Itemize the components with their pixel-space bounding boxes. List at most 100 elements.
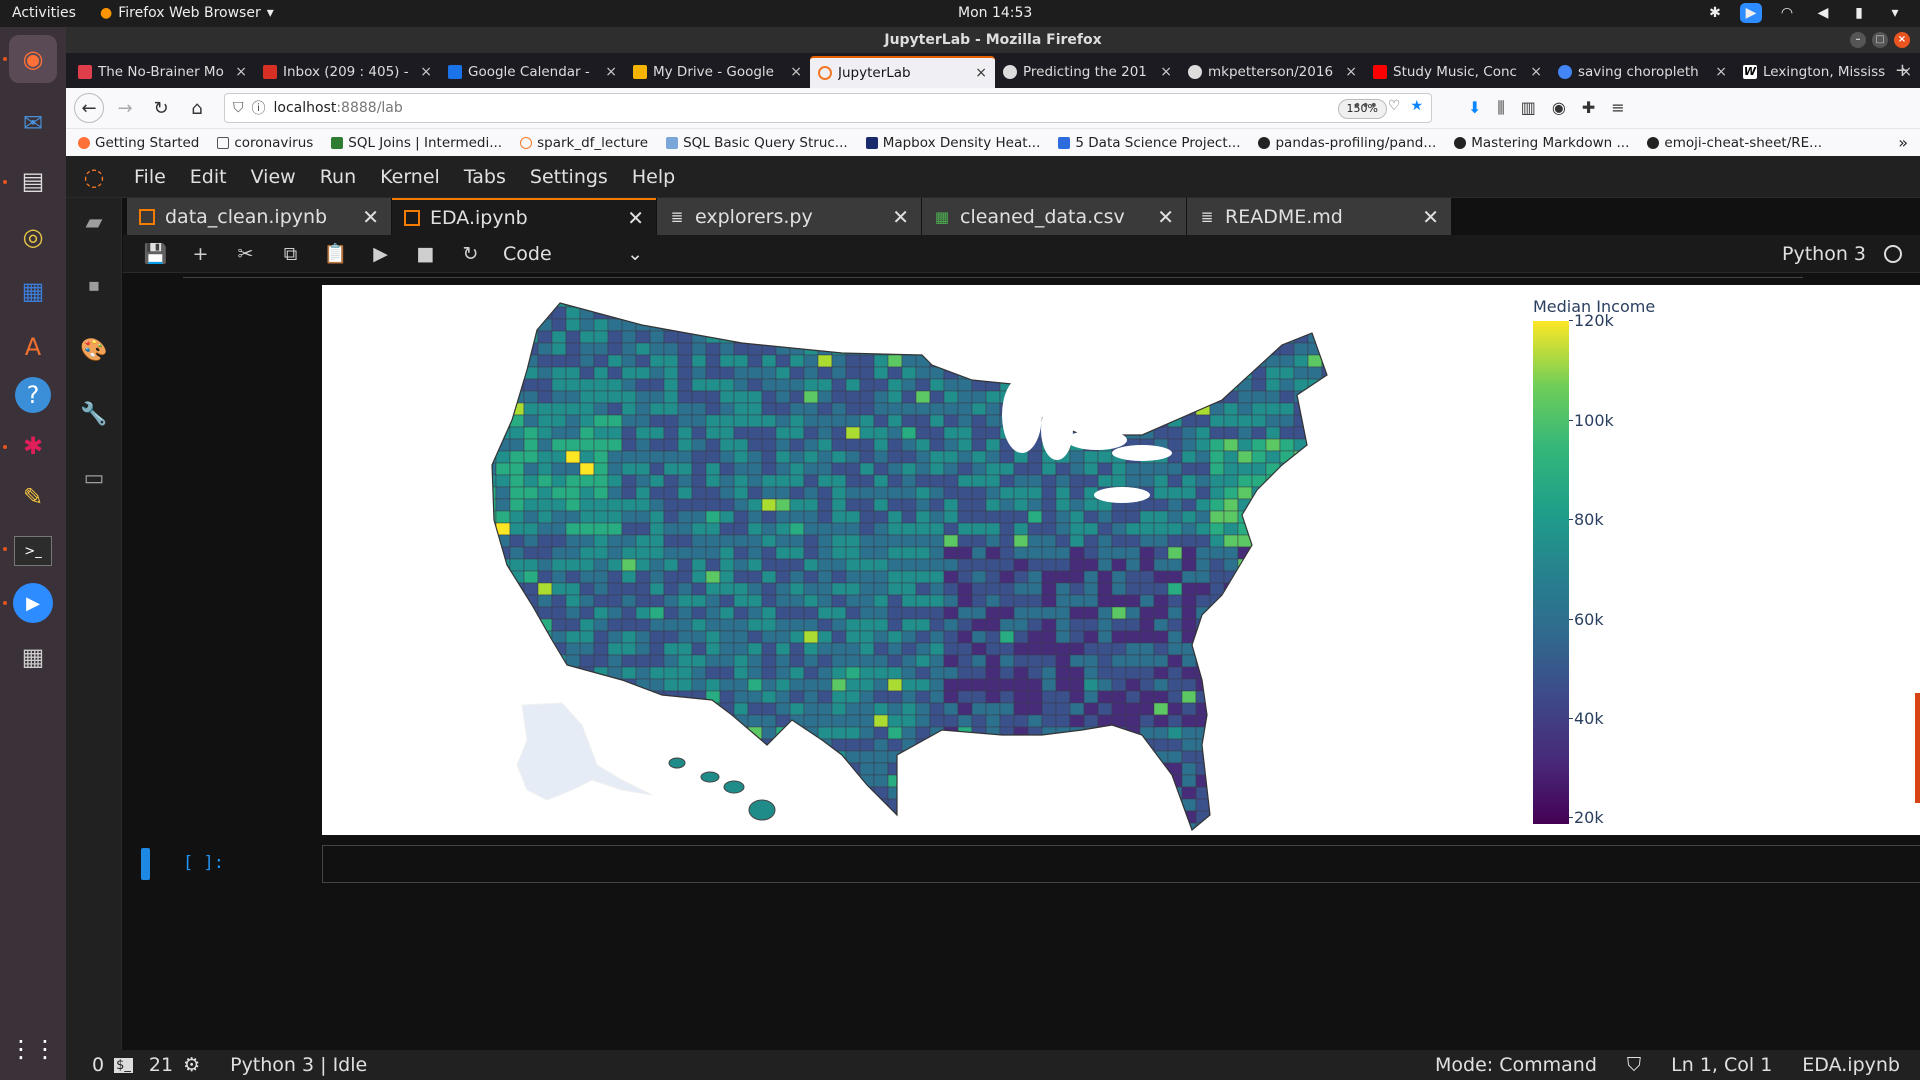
info-icon[interactable]: ⓘ: [252, 98, 266, 118]
browser-tab[interactable]: Inbox (209 : 405) - ×: [255, 56, 440, 88]
browser-tab[interactable]: mkpetterson/2016 ×: [1180, 56, 1365, 88]
menu-run[interactable]: Run: [308, 166, 368, 188]
app-menu[interactable]: ● Firefox Web Browser ▾: [100, 5, 274, 21]
url-bar[interactable]: ⛉ ⓘ localhost:8888/lab 150% ••• ♡ ★: [224, 93, 1432, 123]
zoom-dock-icon[interactable]: ▶: [9, 579, 57, 627]
bookmark-item[interactable]: SQL Basic Query Struc...: [666, 135, 848, 151]
bookmark-item[interactable]: SQL Joins | Intermedi...: [331, 135, 502, 151]
browser-tab[interactable]: Predicting the 201 ×: [995, 56, 1180, 88]
menu-file[interactable]: File: [122, 166, 178, 188]
slack-tray-icon[interactable]: ✱: [1704, 3, 1726, 23]
show-apps-icon[interactable]: ⋮⋮: [9, 1025, 57, 1073]
stop-icon[interactable]: ■: [403, 243, 448, 265]
terminals-count[interactable]: 0 $_: [92, 1054, 133, 1076]
tab-eda[interactable]: EDA.ipynb ✕: [392, 198, 656, 235]
paste-icon[interactable]: 📋: [313, 242, 358, 265]
close-window-icon[interactable]: ×: [1894, 32, 1910, 48]
calculator-dock-icon[interactable]: ▦: [9, 633, 57, 681]
palette-icon[interactable]: 🎨: [78, 334, 110, 366]
power-menu-icon[interactable]: ▾: [1884, 3, 1906, 23]
cell-type-select[interactable]: Code ⌄: [503, 243, 643, 265]
bookmark-folder[interactable]: coronavirus: [217, 135, 313, 151]
browser-tab[interactable]: Study Music, Conc ×: [1365, 56, 1550, 88]
insert-cell-icon[interactable]: +: [178, 243, 223, 265]
browser-tab[interactable]: Google Calendar - ×: [440, 56, 625, 88]
menu-kernel[interactable]: Kernel: [368, 166, 452, 188]
us-county-map[interactable]: [322, 285, 1522, 835]
close-icon[interactable]: ✕: [892, 205, 909, 229]
software-dock-icon[interactable]: A: [9, 323, 57, 371]
kernels-count[interactable]: 21 ⚙: [149, 1054, 200, 1076]
bookmark-item[interactable]: Mapbox Density Heat...: [865, 135, 1040, 151]
files-dock-icon[interactable]: ▤: [9, 157, 57, 205]
reload-icon[interactable]: ↻: [146, 93, 176, 123]
bookmark-item[interactable]: 5 Data Science Project...: [1058, 135, 1240, 151]
close-icon[interactable]: ✕: [1157, 205, 1174, 229]
pocket-save-icon[interactable]: ♡: [1388, 98, 1401, 114]
kernel-state[interactable]: Python 3 | Idle: [230, 1054, 367, 1076]
close-tab-icon[interactable]: ×: [1715, 64, 1727, 80]
activities-button[interactable]: Activities: [12, 5, 76, 21]
browser-tab[interactable]: W Lexington, Mississ ×: [1735, 56, 1920, 88]
choropleth-plot[interactable]: Median Income 120k 100k 80k 60k 40k 20k: [322, 285, 1920, 835]
battery-icon[interactable]: ▮: [1848, 3, 1870, 23]
close-tab-icon[interactable]: ×: [1530, 64, 1542, 80]
run-icon[interactable]: ▶: [358, 243, 403, 265]
browser-tab-active[interactable]: JupyterLab ×: [810, 56, 995, 88]
cell-input[interactable]: [322, 845, 1920, 883]
menu-settings[interactable]: Settings: [518, 166, 620, 188]
bookmark-item[interactable]: Mastering Markdown ...: [1454, 135, 1629, 151]
close-tab-icon[interactable]: ×: [790, 64, 802, 80]
minimize-icon[interactable]: –: [1850, 32, 1866, 48]
hamburger-menu-icon[interactable]: ≡: [1611, 98, 1624, 118]
home-icon[interactable]: ⌂: [182, 93, 212, 123]
folder-icon[interactable]: ▰: [78, 206, 110, 238]
tabs-icon[interactable]: ▭: [78, 462, 110, 494]
tab-cleaned-data[interactable]: ▦ cleaned_data.csv ✕: [922, 198, 1186, 235]
menu-view[interactable]: View: [239, 166, 308, 188]
account-icon[interactable]: ◉: [1552, 98, 1566, 118]
text-editor-dock-icon[interactable]: ✎: [9, 473, 57, 521]
rhythmbox-dock-icon[interactable]: ◎: [9, 213, 57, 261]
terminal-dock-icon[interactable]: >_: [9, 527, 57, 575]
bookmark-star-icon[interactable]: ★: [1410, 98, 1423, 114]
browser-tab[interactable]: saving choropleth ×: [1550, 56, 1735, 88]
wifi-icon[interactable]: ◠: [1776, 3, 1798, 23]
menu-tabs[interactable]: Tabs: [452, 166, 518, 188]
tab-readme[interactable]: ≣ README.md ✕: [1187, 198, 1451, 235]
tab-explorers[interactable]: ≣ explorers.py ✕: [657, 198, 921, 235]
firefox-dock-icon[interactable]: ◉: [9, 35, 57, 83]
library-icon[interactable]: ⫼: [1497, 98, 1504, 118]
cell-collapser[interactable]: [141, 848, 150, 880]
tab-data-clean[interactable]: data_clean.ipynb ✕: [127, 198, 391, 235]
window-titlebar[interactable]: JupyterLab - Mozilla Firefox – □ ×: [66, 27, 1920, 53]
cursor-position[interactable]: Ln 1, Col 1: [1671, 1054, 1772, 1076]
shield-icon[interactable]: ⛉: [1627, 1054, 1641, 1076]
close-icon[interactable]: ✕: [362, 205, 379, 229]
scrollbar[interactable]: [1915, 693, 1920, 803]
restart-icon[interactable]: ↻: [448, 243, 493, 265]
sidebar-icon[interactable]: ▥: [1521, 98, 1536, 118]
new-tab-icon[interactable]: +: [1895, 60, 1910, 81]
more-bookmarks-icon[interactable]: »: [1898, 133, 1908, 152]
copy-icon[interactable]: ⧉: [268, 243, 313, 265]
close-tab-icon[interactable]: ×: [420, 64, 432, 80]
cut-icon[interactable]: ✂: [223, 243, 268, 265]
maximize-icon[interactable]: □: [1872, 32, 1888, 48]
downloads-icon[interactable]: ⬇: [1468, 98, 1481, 118]
menu-help[interactable]: Help: [620, 166, 687, 188]
close-tab-icon[interactable]: ×: [1345, 64, 1357, 80]
thunderbird-dock-icon[interactable]: ✉: [9, 99, 57, 147]
page-actions-icon[interactable]: •••: [1353, 98, 1378, 114]
close-tab-icon[interactable]: ×: [975, 65, 987, 81]
close-icon[interactable]: ✕: [1422, 205, 1439, 229]
running-sessions-icon[interactable]: ⏹: [78, 270, 110, 302]
forward-icon[interactable]: →: [110, 93, 140, 123]
bookmark-item[interactable]: pandas-profiling/pand...: [1258, 135, 1436, 151]
close-tab-icon[interactable]: ×: [1160, 64, 1172, 80]
bookmark-item[interactable]: Getting Started: [78, 135, 199, 151]
zoom-tray-icon[interactable]: ▶: [1740, 3, 1762, 23]
menu-edit[interactable]: Edit: [178, 166, 239, 188]
close-icon[interactable]: ✕: [627, 206, 644, 230]
kernel-indicator[interactable]: Python 3: [1782, 243, 1920, 265]
